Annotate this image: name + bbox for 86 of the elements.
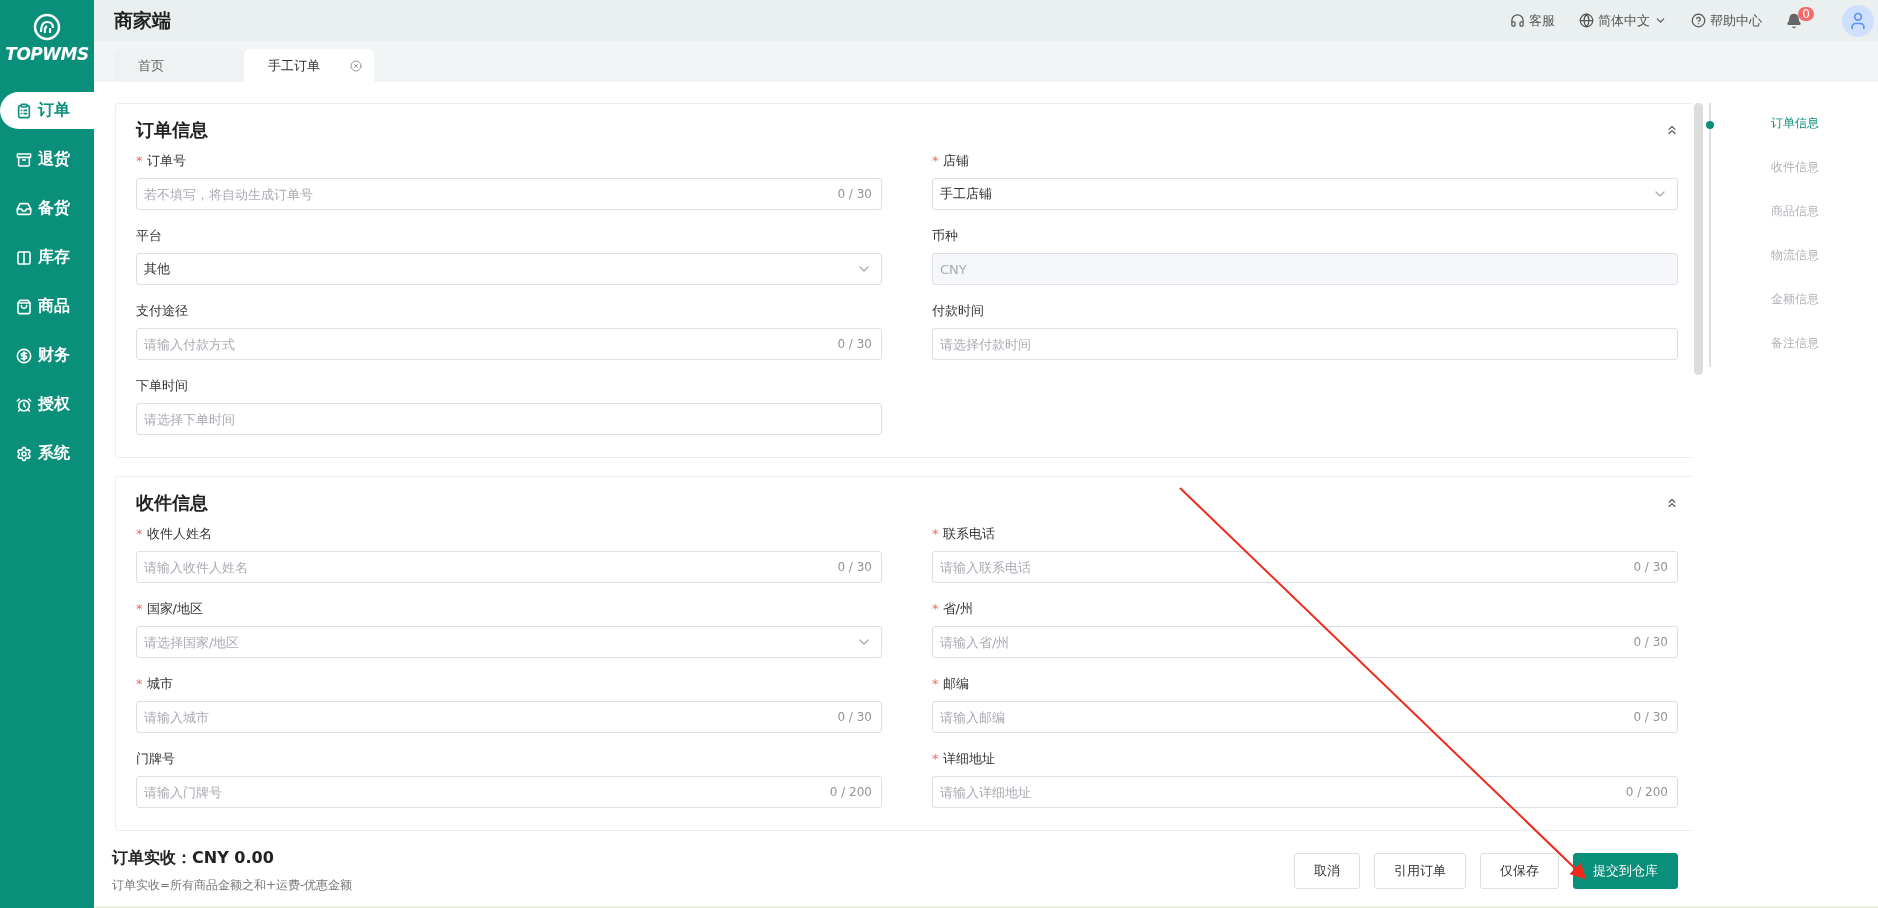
inbox-icon <box>16 200 32 217</box>
field-label: 门牌号 <box>136 751 175 766</box>
field-label: 邮编 <box>942 676 969 691</box>
action-button[interactable]: 仅保存 <box>1480 852 1559 889</box>
select-field[interactable]: 其他 <box>136 253 882 285</box>
field-label: 详细地址 <box>942 751 995 766</box>
service-link[interactable]: 客服 <box>1510 11 1555 30</box>
bag-icon <box>16 298 32 315</box>
scrollbar[interactable] <box>1694 103 1703 375</box>
field-label: 城市 <box>146 676 173 691</box>
char-counter: 0 / 30 <box>1633 710 1668 724</box>
required-mark: * <box>136 676 143 691</box>
anchor-link[interactable]: 商品信息 <box>1771 203 1819 222</box>
char-counter: 0 / 30 <box>837 710 872 724</box>
page-title: 商家端 <box>114 7 172 33</box>
submit-button[interactable]: 提交到仓库 <box>1573 852 1678 889</box>
field-label: 币种 <box>932 228 958 243</box>
clipboard-icon <box>16 102 32 119</box>
anchor-link[interactable]: 备注信息 <box>1771 335 1819 354</box>
required-mark: * <box>136 153 143 168</box>
required-mark: * <box>136 526 143 541</box>
sidebar-item[interactable]: 财务 <box>0 337 94 374</box>
field-label: 国家/地区 <box>146 601 203 616</box>
help-icon <box>1691 13 1706 28</box>
field-label: 订单号 <box>146 153 186 168</box>
logo-icon <box>32 12 62 42</box>
sidebar-item[interactable]: 备货 <box>0 190 94 227</box>
coin-icon <box>16 347 32 364</box>
required-mark: * <box>136 601 143 616</box>
action-button[interactable]: 引用订单 <box>1374 852 1466 889</box>
select-field[interactable]: 手工店铺 <box>932 178 1678 210</box>
required-mark: * <box>932 676 939 691</box>
close-icon[interactable] <box>350 59 362 72</box>
field-label: 下单时间 <box>136 378 188 393</box>
box-icon <box>16 151 32 168</box>
anchor-link[interactable]: 物流信息 <box>1771 247 1819 266</box>
language-select[interactable]: 简体中文 <box>1579 11 1667 30</box>
total-formula: 订单实收=所有商品金额之和+运费-优惠金额 <box>112 876 354 894</box>
field-label: 平台 <box>136 228 162 243</box>
bell-icon[interactable] <box>1786 12 1802 29</box>
action-button[interactable]: 取消 <box>1294 852 1360 889</box>
anchor-link[interactable]: 订单信息 <box>1771 115 1819 134</box>
required-mark: * <box>932 751 939 766</box>
headset-icon <box>1510 13 1525 28</box>
field-label: 联系电话 <box>942 526 995 541</box>
char-counter: 0 / 30 <box>837 560 872 574</box>
settings-icon <box>16 445 32 462</box>
char-counter: 0 / 30 <box>837 337 872 351</box>
char-counter: 0 / 30 <box>1633 635 1668 649</box>
required-mark: * <box>932 526 939 541</box>
anchor-link[interactable]: 收件信息 <box>1771 159 1819 178</box>
sidebar-item[interactable]: 商品 <box>0 288 94 325</box>
notification-count: 0 <box>1798 6 1814 21</box>
required-mark: * <box>932 601 939 616</box>
sidebar-item[interactable]: 授权 <box>0 386 94 423</box>
storage-icon <box>16 249 32 266</box>
required-mark: * <box>932 153 939 168</box>
logo-text: TOPWMS <box>5 44 89 64</box>
char-counter: 0 / 200 <box>829 785 872 799</box>
field-label: 付款时间 <box>932 303 984 318</box>
sidebar-item[interactable]: 订单 <box>0 92 94 129</box>
char-counter: 0 / 200 <box>1625 785 1668 799</box>
section-title: 订单信息 <box>136 118 208 142</box>
field-label: 店铺 <box>942 153 969 168</box>
input-field[interactable]: 请选择下单时间 <box>136 403 882 435</box>
collapse-icon[interactable] <box>1665 123 1679 137</box>
alarm-clock-icon <box>16 396 32 413</box>
sidebar-item[interactable]: 退货 <box>0 141 94 178</box>
avatar[interactable] <box>1842 4 1874 37</box>
globe-icon <box>1579 13 1594 28</box>
field-label: 支付途径 <box>136 303 188 318</box>
char-counter: 0 / 30 <box>1633 560 1668 574</box>
collapse-icon[interactable] <box>1665 496 1679 510</box>
sidebar-item[interactable]: 库存 <box>0 239 94 276</box>
field-label: 省/州 <box>942 601 973 616</box>
help-link[interactable]: 帮助中心 <box>1691 11 1762 30</box>
section-title: 收件信息 <box>136 491 208 515</box>
field-label: 收件人姓名 <box>146 526 212 541</box>
tab[interactable]: 手工订单 <box>244 49 374 82</box>
sidebar-item[interactable]: 系统 <box>0 435 94 472</box>
order-total: 订单实收：CNY 0.00 <box>112 847 275 869</box>
anchor-link[interactable]: 金额信息 <box>1771 291 1819 310</box>
select-field[interactable]: 请选择国家/地区 <box>136 626 882 658</box>
tab[interactable]: 首页 <box>114 49 244 82</box>
input-field[interactable]: 请选择付款时间 <box>932 328 1678 360</box>
char-counter: 0 / 30 <box>837 187 872 201</box>
